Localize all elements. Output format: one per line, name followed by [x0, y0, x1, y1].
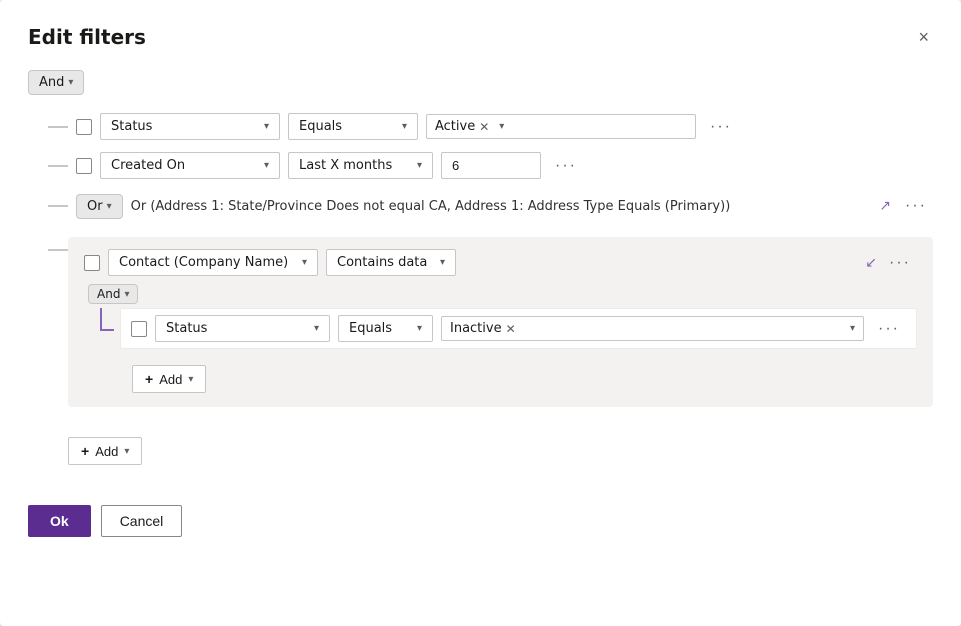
or-expand-icon[interactable]: ↗	[879, 198, 891, 214]
inner-filter-row: Status ▾ Equals ▾ Inactive ✕	[120, 308, 917, 349]
nested-group: Contact (Company Name) ▾ Contains data ▾…	[68, 237, 933, 407]
inner-and-pill[interactable]: And ▾	[88, 284, 138, 304]
nested-more-button[interactable]: ···	[883, 250, 917, 276]
top-logic-label: And	[39, 75, 64, 90]
top-logic-chevron: ▾	[68, 77, 73, 88]
row1-tag-remove[interactable]: ✕	[479, 121, 489, 133]
or-logic-label: Or	[87, 199, 103, 214]
filter-row-status: Status ▾ Equals ▾ Active ✕ ▾ ···	[36, 107, 933, 146]
row2-checkbox[interactable]	[76, 158, 92, 174]
cancel-button[interactable]: Cancel	[101, 505, 183, 537]
inner-operator-select[interactable]: Equals ▾	[338, 315, 433, 342]
or-row-connector	[36, 205, 68, 207]
row1-value-tag: Active ✕	[435, 119, 489, 134]
row1-more-button[interactable]: ···	[704, 114, 738, 140]
row1-operator-select[interactable]: Equals ▾	[288, 113, 418, 140]
filter-row-createdon: Created On ▾ Last X months ▾ ···	[36, 146, 933, 185]
row-connector-1	[36, 126, 68, 128]
inner-row-checkbox[interactable]	[131, 321, 147, 337]
row2-operator-select[interactable]: Last X months ▾	[288, 152, 433, 179]
inner-logic-pill: And ▾	[84, 284, 917, 304]
outer-add-chevron: ▾	[124, 446, 129, 457]
nested-group-actions: ↙ ···	[865, 250, 917, 276]
inner-add-chevron: ▾	[188, 374, 193, 385]
row2-value-input[interactable]	[441, 152, 541, 179]
inner-tag-remove[interactable]: ✕	[506, 323, 516, 335]
row2-more-button[interactable]: ···	[549, 153, 583, 179]
dialog-title: Edit filters	[28, 25, 146, 49]
inner-add-button[interactable]: + Add ▾	[132, 365, 206, 393]
outer-add-plus: +	[81, 443, 89, 459]
outer-add-button[interactable]: + Add ▾	[68, 437, 142, 465]
close-button[interactable]: ×	[914, 24, 933, 50]
inner-field-select[interactable]: Status ▾	[155, 315, 330, 342]
nested-operator-select[interactable]: Contains data ▾	[326, 249, 456, 276]
inner-add-plus: +	[145, 371, 153, 387]
inner-filter-area: And ▾ Statu	[84, 284, 917, 393]
inner-more-button[interactable]: ···	[872, 316, 906, 342]
dialog-footer: Ok Cancel	[28, 489, 933, 537]
row1-value-field[interactable]: Active ✕ ▾	[426, 114, 696, 139]
or-logic-pill[interactable]: Or ▾	[76, 194, 123, 219]
nested-checkbox[interactable]	[84, 255, 100, 271]
nested-field-select[interactable]: Contact (Company Name) ▾	[108, 249, 318, 276]
row2-field-select[interactable]: Created On ▾	[100, 152, 280, 179]
or-more-button[interactable]: ···	[899, 193, 933, 219]
dialog-header: Edit filters ×	[28, 24, 933, 50]
edit-filters-dialog: Edit filters × And ▾ Status ▾ Equals ▾	[0, 0, 961, 626]
inner-add-label: Add	[159, 372, 182, 387]
row1-field-select[interactable]: Status ▾	[100, 113, 280, 140]
ok-button[interactable]: Ok	[28, 505, 91, 537]
or-group-text: Or (Address 1: State/Province Does not e…	[131, 199, 872, 214]
top-logic-pill[interactable]: And ▾	[28, 70, 84, 95]
row1-checkbox[interactable]	[76, 119, 92, 135]
or-logic-chevron: ▾	[107, 201, 112, 212]
nested-group-header: Contact (Company Name) ▾ Contains data ▾…	[84, 249, 917, 276]
outer-add-label: Add	[95, 444, 118, 459]
row-connector-2	[36, 165, 68, 167]
outer-add-container: + Add ▾	[68, 429, 933, 465]
inner-value-tag: Inactive ✕	[450, 321, 516, 336]
nested-collapse-icon[interactable]: ↙	[865, 255, 877, 271]
inner-value-field[interactable]: Inactive ✕ ▾	[441, 316, 864, 341]
or-group-row: Or ▾ Or (Address 1: State/Province Does …	[36, 185, 933, 227]
